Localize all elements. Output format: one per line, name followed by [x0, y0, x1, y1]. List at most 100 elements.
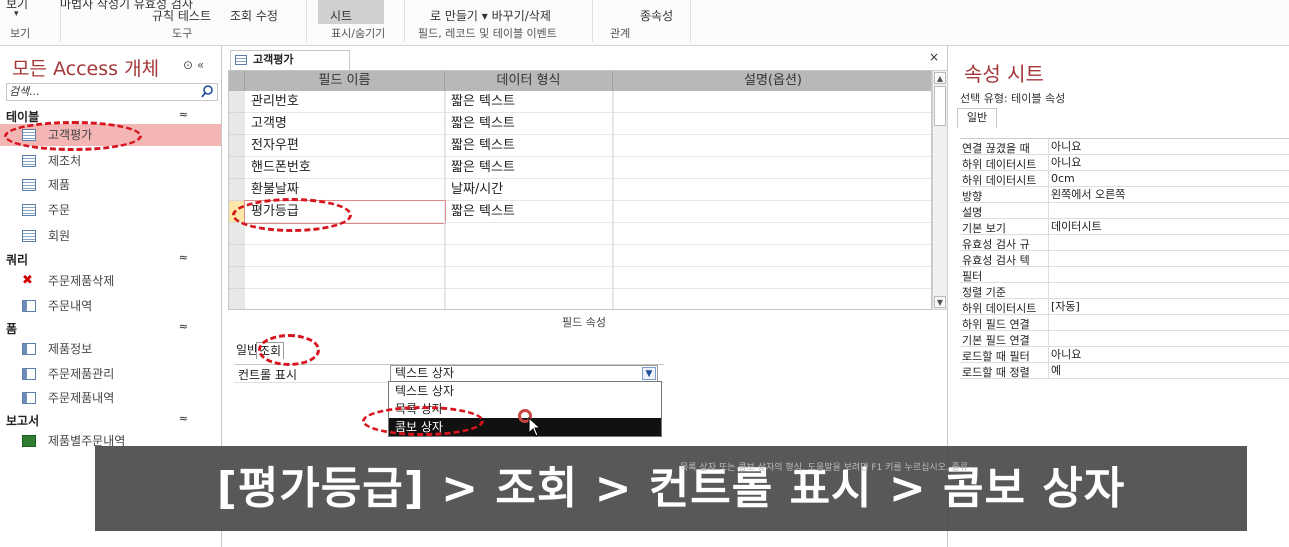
ribbon-modify-lookups[interactable]: 조회 수정: [230, 7, 278, 24]
property-row[interactable]: 필터: [960, 267, 1289, 283]
field-name-cell[interactable]: [245, 267, 445, 289]
nav-item-table-order[interactable]: 주문: [0, 199, 221, 221]
data-type-cell[interactable]: 짧은 텍스트: [445, 91, 613, 113]
property-row[interactable]: 하위 데이터시트 아니요: [960, 155, 1289, 171]
scroll-thumb[interactable]: [934, 86, 946, 126]
nav-item-query-delete-order-product[interactable]: ✖ 주문제품삭제: [0, 270, 221, 292]
tab-general[interactable]: 일반: [236, 342, 258, 358]
data-type-cell[interactable]: [445, 289, 613, 309]
column-header-data-type[interactable]: 데이터 형식: [445, 71, 613, 91]
data-type-cell[interactable]: 날짜/시간: [445, 179, 613, 201]
field-name-cell[interactable]: [245, 289, 445, 309]
description-cell[interactable]: [613, 267, 931, 289]
field-name-cell[interactable]: 핸드폰번호: [245, 157, 445, 179]
nav-item-table-product[interactable]: 제품: [0, 174, 221, 196]
nav-item-form-order-product-manage[interactable]: 주문제품관리: [0, 363, 221, 385]
property-row[interactable]: 유효성 검사 규: [960, 235, 1289, 251]
nav-item-table-customer-rating[interactable]: 고객평가: [0, 124, 221, 146]
row-selector[interactable]: [229, 223, 245, 245]
data-type-cell[interactable]: [445, 223, 613, 245]
nav-section-tables[interactable]: 테이블 ≈: [6, 108, 218, 125]
description-cell[interactable]: [613, 157, 931, 179]
description-cell[interactable]: [613, 201, 931, 223]
data-type-cell[interactable]: [445, 267, 613, 289]
field-name-cell[interactable]: 전자우편: [245, 135, 445, 157]
property-value[interactable]: 왼쪽에서 오른쪽: [1048, 187, 1125, 203]
row-selector[interactable]: [229, 201, 245, 223]
nav-search-input[interactable]: 검색...: [6, 83, 218, 101]
field-name-cell[interactable]: 관리번호: [245, 91, 445, 113]
search-icon[interactable]: [201, 85, 214, 98]
property-row[interactable]: 정렬 기준: [960, 283, 1289, 299]
ribbon-property-sheet[interactable]: 시트: [330, 7, 352, 24]
dropdown-option-text-box[interactable]: 텍스트 상자: [389, 382, 661, 400]
data-type-cell[interactable]: 짧은 텍스트: [445, 113, 613, 135]
nav-item-form-product-info[interactable]: 제품정보: [0, 338, 221, 360]
property-row[interactable]: 하위 데이터시트 [자동]: [960, 299, 1289, 315]
collapse-icon[interactable]: ≈: [179, 251, 188, 264]
property-value[interactable]: [1048, 315, 1051, 331]
property-value[interactable]: [자동]: [1048, 299, 1080, 315]
property-value[interactable]: 데이터시트: [1048, 219, 1102, 235]
property-row[interactable]: 설명: [960, 203, 1289, 219]
ribbon-dependencies[interactable]: 종속성: [640, 7, 673, 24]
property-value[interactable]: 아니요: [1048, 155, 1081, 171]
ribbon-create-macros[interactable]: 로 만들기 ▾ 바꾸기/삭제: [430, 7, 551, 24]
property-row[interactable]: 유효성 검사 텍: [960, 251, 1289, 267]
property-row[interactable]: 하위 데이터시트 0cm: [960, 171, 1289, 187]
collapse-icon[interactable]: ≈: [179, 108, 188, 121]
property-value[interactable]: [1048, 235, 1051, 251]
column-header-field-name[interactable]: 필드 이름: [245, 71, 445, 91]
property-row[interactable]: 방향 왼쪽에서 오른쪽: [960, 187, 1289, 203]
nav-pane-menu-shutter-buttons[interactable]: ⊙ «: [183, 58, 204, 72]
property-value[interactable]: [1048, 203, 1051, 219]
chevron-down-icon[interactable]: ▼: [642, 367, 656, 380]
property-row[interactable]: 기본 필드 연결: [960, 331, 1289, 347]
ribbon-view-dropdown[interactable]: ▾: [14, 9, 19, 19]
display-control-select[interactable]: 텍스트 상자 ▼: [390, 365, 658, 382]
property-sheet-tab-general[interactable]: 일반: [957, 108, 997, 128]
property-row[interactable]: 기본 보기 데이터시트: [960, 219, 1289, 235]
description-cell[interactable]: [613, 245, 931, 267]
nav-pane-title[interactable]: 모든 Access 개체: [12, 54, 159, 81]
property-row[interactable]: 연결 끊겼을 때 아니요: [960, 139, 1289, 155]
row-selector[interactable]: [229, 179, 245, 201]
column-header-description[interactable]: 설명(옵션): [613, 71, 931, 91]
grid-vertical-scrollbar[interactable]: ▲ ▼: [932, 70, 948, 310]
property-value[interactable]: [1048, 283, 1051, 299]
row-selector[interactable]: [229, 157, 245, 179]
ribbon-test-rules[interactable]: 규칙 테스트: [152, 7, 211, 24]
field-name-cell[interactable]: 환불날짜: [245, 179, 445, 201]
scroll-down-icon[interactable]: ▼: [934, 296, 946, 308]
field-name-cell[interactable]: 평가등급: [244, 200, 446, 224]
nav-section-queries[interactable]: 쿼리 ≈: [6, 251, 218, 268]
nav-section-forms[interactable]: 폼 ≈: [6, 320, 218, 337]
nav-item-form-order-product-history[interactable]: 주문제품내역: [0, 387, 221, 409]
property-value[interactable]: 예: [1048, 363, 1061, 379]
nav-item-table-member[interactable]: 회원: [0, 225, 221, 247]
property-value[interactable]: [1048, 251, 1051, 267]
property-row[interactable]: 로드할 때 필터 아니요: [960, 347, 1289, 363]
field-name-cell[interactable]: 고객명: [245, 113, 445, 135]
data-type-cell[interactable]: 짧은 텍스트: [445, 135, 613, 157]
property-value[interactable]: [1048, 267, 1051, 283]
scroll-up-icon[interactable]: ▲: [934, 72, 946, 84]
description-cell[interactable]: [613, 135, 931, 157]
row-selector[interactable]: [229, 289, 245, 309]
description-cell[interactable]: [613, 223, 931, 245]
property-value[interactable]: 0cm: [1048, 171, 1075, 187]
row-selector[interactable]: [229, 245, 245, 267]
description-cell[interactable]: [613, 179, 931, 201]
row-selector[interactable]: [229, 91, 245, 113]
data-type-cell[interactable]: 짧은 텍스트: [445, 157, 613, 179]
nav-section-reports[interactable]: 보고서 ≈: [6, 412, 218, 429]
property-row[interactable]: 로드할 때 정렬 예: [960, 363, 1289, 379]
row-selector[interactable]: [229, 113, 245, 135]
collapse-icon[interactable]: ≈: [179, 320, 188, 333]
description-cell[interactable]: [613, 289, 931, 309]
data-type-cell[interactable]: [445, 245, 613, 267]
property-value[interactable]: [1048, 331, 1051, 347]
tab-lookup[interactable]: 조회: [256, 342, 285, 359]
field-name-cell[interactable]: [245, 245, 445, 267]
collapse-icon[interactable]: ≈: [179, 412, 188, 425]
